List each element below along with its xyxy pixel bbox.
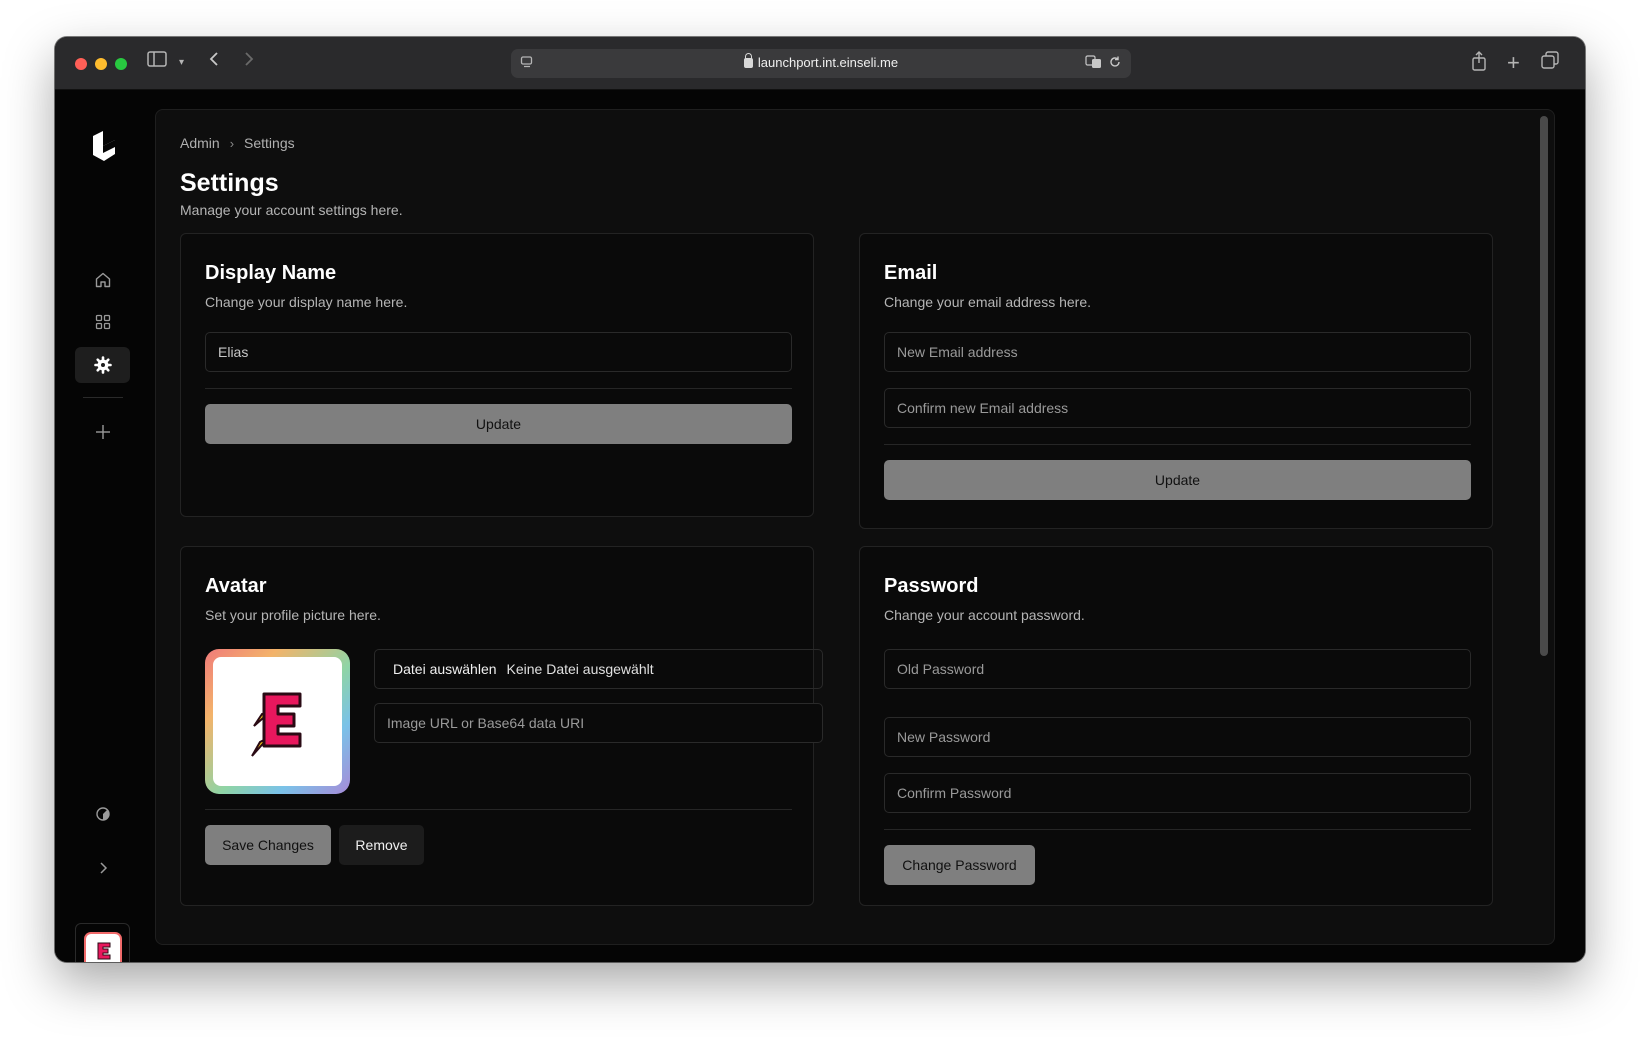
avatar-image	[213, 657, 342, 786]
app-container: Admin › Settings Settings Manage your ac…	[55, 90, 1585, 962]
display-name-input[interactable]: Elias	[205, 332, 792, 372]
remove-avatar-button[interactable]: Remove	[339, 825, 424, 865]
reload-icon[interactable]	[1108, 55, 1122, 74]
email-update-button[interactable]: Update	[884, 460, 1471, 500]
divider	[884, 829, 1471, 830]
breadcrumb-separator-icon: ›	[229, 135, 235, 151]
settings-panel: Admin › Settings Settings Manage your ac…	[155, 109, 1555, 945]
avatar-file-input[interactable]: Datei auswählen Keine Datei ausgewählt	[374, 649, 823, 689]
old-password-input[interactable]: Old Password	[884, 649, 1471, 689]
new-email-input[interactable]: New Email address	[884, 332, 1471, 372]
share-icon[interactable]	[1471, 51, 1487, 79]
display-name-title: Display Name	[205, 262, 337, 284]
avatar-subtitle: Set your profile picture here.	[205, 607, 381, 623]
sidebar	[55, 90, 151, 962]
save-changes-button[interactable]: Save Changes	[205, 825, 331, 865]
password-title: Password	[884, 575, 979, 597]
user-avatar-button[interactable]	[75, 923, 130, 962]
divider	[884, 444, 1471, 445]
password-subtitle: Change your account password.	[884, 607, 1085, 623]
email-subtitle: Change your email address here.	[884, 294, 1092, 310]
browser-window: ▾ launchport.int.einseli.me + Admin › Se…	[55, 37, 1585, 962]
choose-file-button[interactable]: Datei auswählen	[393, 661, 497, 677]
forward-icon[interactable]	[243, 51, 255, 75]
page-title: Settings	[180, 169, 279, 197]
settings-gear-icon[interactable]	[75, 347, 130, 383]
avatar-url-input[interactable]: Image URL or Base64 data URI	[374, 703, 823, 743]
confirm-password-input[interactable]: Confirm Password	[884, 773, 1471, 813]
divider	[205, 388, 792, 389]
zoom-window-button[interactable]	[115, 58, 127, 70]
display-name-update-button[interactable]: Update	[205, 404, 792, 444]
app-logo[interactable]	[90, 130, 116, 162]
browser-titlebar: ▾ launchport.int.einseli.me +	[55, 37, 1585, 90]
confirm-email-input[interactable]: Confirm new Email address	[884, 388, 1471, 428]
password-card: Password Change your account password. O…	[859, 546, 1493, 906]
chevron-right-icon[interactable]	[75, 850, 130, 886]
breadcrumb-admin[interactable]: Admin	[180, 135, 220, 151]
plus-icon[interactable]	[75, 414, 130, 450]
avatar-logo-icon	[250, 692, 301, 757]
avatar-card: Avatar Set your profile picture here. Da…	[180, 546, 823, 906]
file-status-text: Keine Datei ausgewählt	[506, 661, 654, 677]
sidebar-toggle-icon[interactable]	[147, 51, 167, 75]
url-text-container: launchport.int.einseli.me	[511, 53, 1131, 70]
translate-icon[interactable]	[1085, 55, 1103, 74]
close-window-button[interactable]	[75, 58, 87, 70]
grid-icon[interactable]	[75, 304, 130, 340]
new-password-input[interactable]: New Password	[884, 717, 1471, 757]
avatar-preview	[205, 649, 350, 794]
display-name-subtitle: Change your display name here.	[205, 294, 408, 310]
sidebar-divider	[83, 397, 123, 398]
url-text: launchport.int.einseli.me	[757, 55, 899, 70]
tab-overview-icon[interactable]	[1541, 51, 1559, 77]
email-title: Email	[884, 262, 938, 284]
email-card: Email Change your email address here. Ne…	[859, 233, 1493, 529]
home-icon[interactable]	[75, 262, 130, 298]
theme-icon[interactable]	[75, 796, 130, 832]
display-name-card: Display Name Change your display name he…	[180, 233, 814, 517]
scrollbar-thumb[interactable]	[1540, 116, 1548, 656]
breadcrumb: Admin › Settings	[180, 135, 295, 151]
page-subtitle: Manage your account settings here.	[180, 202, 403, 218]
chevron-down-icon[interactable]: ▾	[179, 51, 184, 75]
avatar-title: Avatar	[205, 575, 267, 597]
back-icon[interactable]	[208, 51, 220, 75]
minimize-window-button[interactable]	[95, 58, 107, 70]
divider	[205, 809, 792, 810]
avatar	[85, 933, 120, 962]
lock-icon	[743, 53, 753, 68]
change-password-button[interactable]: Change Password	[884, 845, 1035, 885]
address-bar[interactable]: launchport.int.einseli.me	[511, 49, 1131, 78]
breadcrumb-settings: Settings	[244, 135, 295, 151]
new-tab-icon[interactable]: +	[1507, 51, 1520, 75]
scrollbar[interactable]	[1540, 116, 1548, 936]
